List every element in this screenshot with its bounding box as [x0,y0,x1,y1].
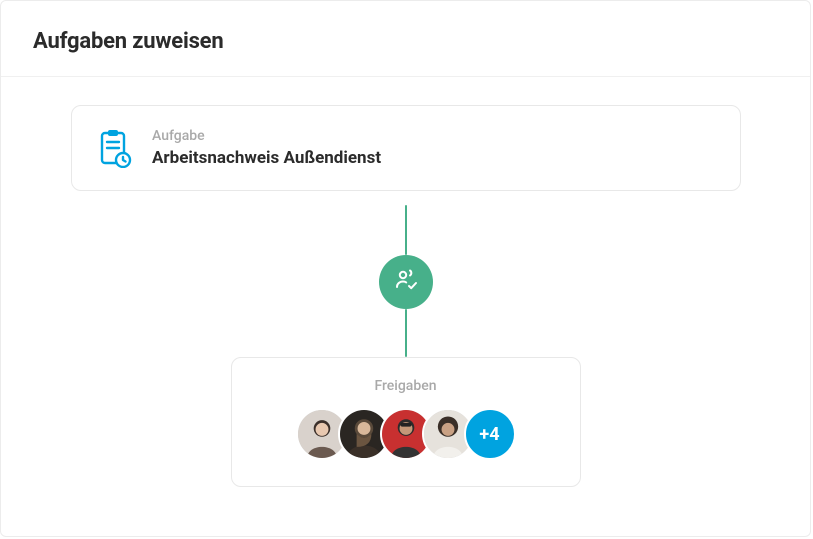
task-title: Arbeitsnachweis Außendienst [152,148,381,168]
connector-line-bottom [405,309,407,357]
task-label: Aufgabe [152,128,381,144]
approvals-label: Freigaben [256,378,556,394]
avatar-overflow[interactable]: +4 [464,408,516,460]
panel-header: Aufgaben zuweisen [1,1,810,77]
task-card[interactable]: Aufgabe Arbeitsnachweis Außendienst [71,105,741,191]
users-check-icon [392,266,420,298]
connector-line-top [405,205,407,255]
avatar-group: +4 [256,408,556,460]
approvals-card[interactable]: Freigaben +4 [231,357,581,487]
avatar-overflow-label: +4 [479,424,499,445]
assign-tasks-panel: Aufgaben zuweisen Aufgabe Arbeitsnachwei… [0,0,811,537]
task-text-block: Aufgabe Arbeitsnachweis Außendienst [152,128,381,168]
clipboard-clock-icon [96,128,132,168]
diagram-content: Aufgabe Arbeitsnachweis Außendienst Frei… [1,77,810,532]
page-title: Aufgaben zuweisen [33,29,778,54]
assignee-node[interactable] [379,255,433,309]
